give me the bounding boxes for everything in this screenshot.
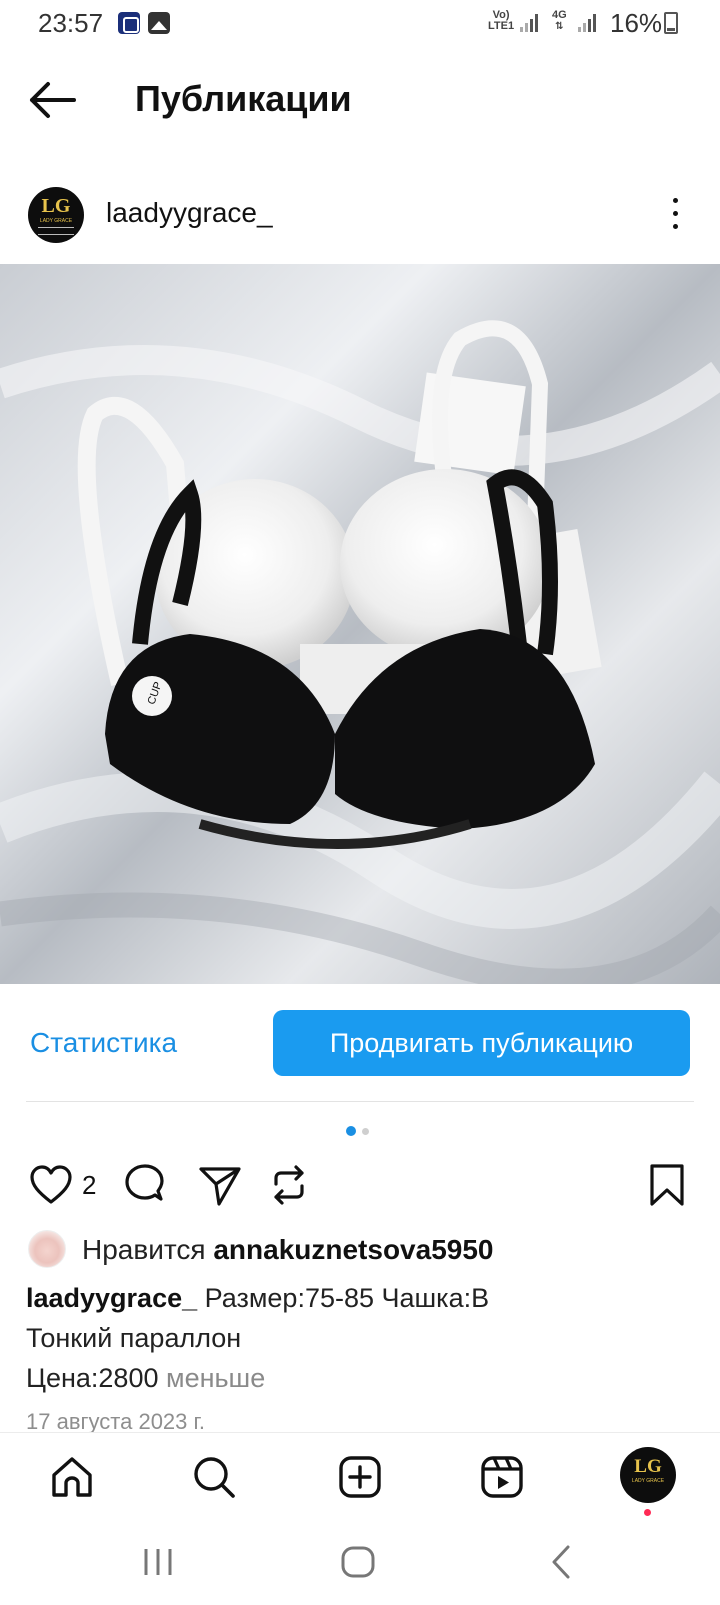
likes-summary[interactable]: Нравится annakuznetsova5950	[28, 1230, 708, 1270]
divider	[26, 1101, 694, 1102]
battery-percent: 16%	[610, 8, 663, 38]
promote-post-button[interactable]: Продвигать публикацию	[273, 1010, 690, 1076]
bookmark-icon[interactable]	[644, 1162, 690, 1208]
status-bar: 23:57 Vo) LTE1 4G ⇅ 16%	[0, 0, 720, 48]
send-icon[interactable]	[197, 1162, 243, 1208]
caption-line-2: Тонкий параллон	[26, 1323, 242, 1353]
product-photo: CUP	[0, 264, 720, 984]
home-system-icon[interactable]	[336, 1540, 380, 1584]
post-caption: laadyygrace_ Размер:75-85 Чашка:В Тонкий…	[26, 1278, 696, 1398]
search-icon[interactable]	[190, 1453, 238, 1501]
likes-text: Нравится annakuznetsova5950	[82, 1234, 493, 1266]
carousel-dot	[362, 1128, 369, 1135]
carousel-indicator	[346, 1126, 376, 1138]
statistics-link[interactable]: Статистика	[30, 1027, 177, 1059]
caption-username[interactable]: laadyygrace_	[26, 1283, 197, 1313]
avatar-subtitle: LADY GRACE	[39, 218, 73, 224]
likes-prefix: Нравится	[82, 1234, 206, 1265]
notification-dot	[644, 1509, 651, 1516]
like-count[interactable]: 2	[82, 1170, 96, 1201]
author-username[interactable]: laadyygrace_	[106, 197, 273, 229]
lte-label: LTE1	[488, 20, 515, 32]
back-arrow-icon[interactable]	[24, 78, 80, 122]
4g-label: 4G	[552, 9, 567, 21]
liker-username[interactable]: annakuznetsova5950	[213, 1234, 493, 1265]
post-actions: 2	[0, 1158, 720, 1218]
profile-avatar-subtitle: LADY GRACE	[631, 1478, 665, 1484]
profile-avatar-logo: LG	[634, 1456, 662, 1477]
liker-avatar	[28, 1230, 66, 1268]
4g-indicator: 4G ⇅	[552, 9, 567, 33]
page-title: Публикации	[135, 78, 352, 119]
repost-icon[interactable]	[266, 1162, 312, 1208]
avatar-logo: LG	[41, 195, 71, 217]
signal-icon	[520, 14, 542, 32]
volte-indicator: Vo) LTE1	[488, 10, 514, 32]
carousel-dot-active	[346, 1126, 356, 1136]
post-header: LG LADY GRACE laadyygrace_	[0, 180, 720, 256]
post-image[interactable]: CUP	[0, 264, 720, 984]
profile-tab-avatar[interactable]: LG LADY GRACE	[620, 1447, 676, 1503]
heart-icon[interactable]	[28, 1162, 74, 1208]
reels-icon[interactable]	[478, 1453, 526, 1501]
less-link[interactable]: меньше	[166, 1363, 265, 1393]
back-system-icon[interactable]	[540, 1540, 584, 1584]
page-header: Публикации	[0, 60, 720, 140]
author-avatar[interactable]: LG LADY GRACE	[28, 187, 84, 243]
comment-icon[interactable]	[122, 1162, 168, 1208]
app-notification-icon	[118, 12, 140, 34]
system-navigation	[0, 1520, 720, 1605]
battery-icon	[664, 12, 678, 34]
status-time: 23:57	[38, 8, 104, 38]
more-options-icon[interactable]	[660, 194, 690, 234]
home-icon[interactable]	[48, 1453, 96, 1501]
gallery-notification-icon	[148, 12, 170, 34]
caption-line-1: Размер:75-85 Чашка:В	[204, 1283, 490, 1313]
caption-line-3: Цена:2800	[26, 1363, 159, 1393]
signal-2-icon	[578, 14, 600, 32]
recent-apps-icon[interactable]	[136, 1540, 180, 1584]
plus-square-icon[interactable]	[336, 1453, 384, 1501]
bottom-navigation: LG LADY GRACE	[0, 1432, 720, 1520]
